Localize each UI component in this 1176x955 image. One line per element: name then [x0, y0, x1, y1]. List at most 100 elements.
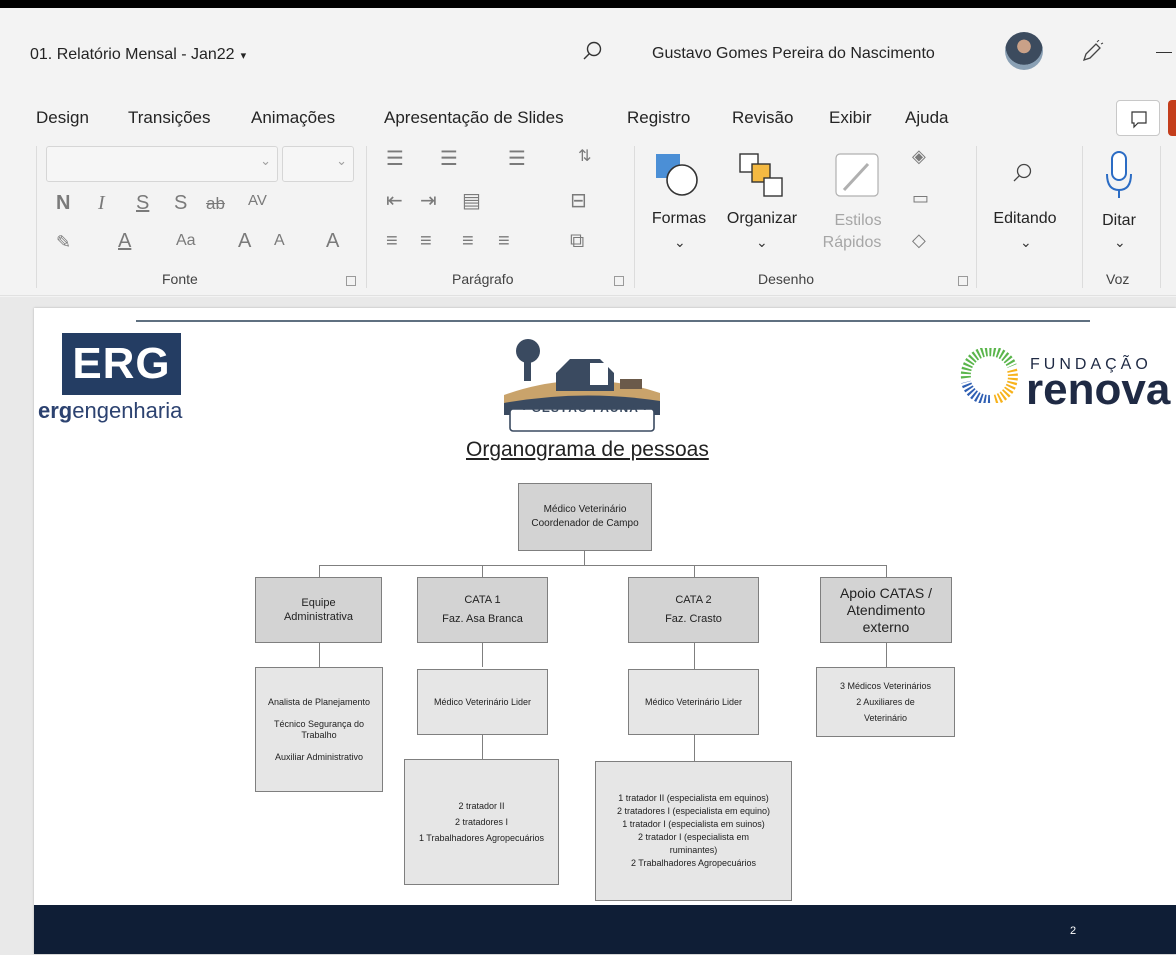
tab-review[interactable]: Revisão [732, 108, 793, 128]
ribbon-tabs: Design Transições Animações Apresentação… [0, 100, 1176, 140]
highlight-icon[interactable]: ✎ [56, 232, 71, 253]
org-admin-detail-box[interactable]: Analista de Planejamento Técnico Seguran… [255, 667, 383, 792]
shape-effects-icon[interactable]: ◇ [912, 230, 926, 251]
org-root-box[interactable]: Médico Veterinário Coordenador de Campo [518, 483, 652, 551]
clear-format-icon[interactable]: A [326, 230, 339, 253]
comment-icon [1131, 111, 1147, 129]
erg-logo-subtitle: ergengenharia [38, 398, 182, 424]
org-cata2-box[interactable]: CATA 2 Faz. Crasto [628, 577, 759, 643]
shape-outline-icon[interactable]: ▭ [912, 188, 929, 209]
org-cata2-team-box[interactable]: 1 tratador II (especialista em equinos) … [595, 761, 792, 901]
tab-transitions[interactable]: Transições [128, 108, 211, 128]
drawing-group-label: Desenho [758, 271, 815, 287]
font-group-label: Fonte [162, 271, 198, 287]
numbering-icon[interactable]: ☰ [440, 146, 458, 171]
ribbon-separator [1082, 146, 1083, 288]
org-support-box[interactable]: Apoio CATAS / Atendimento externo [820, 577, 952, 643]
ribbon-separator [1160, 146, 1161, 288]
ribbon-separator [976, 146, 977, 288]
align-text-icon[interactable]: ⊟ [570, 188, 587, 213]
tab-slideshow[interactable]: Apresentação de Slides [384, 108, 564, 128]
quick-styles-button[interactable]: Estilos [832, 212, 884, 230]
microphone-icon[interactable] [1104, 150, 1134, 202]
voice-group-label: Voz [1106, 271, 1130, 287]
strikethrough-button[interactable]: ab [206, 194, 225, 214]
arrange-button[interactable]: Organizar [718, 210, 806, 228]
connector-line [482, 643, 483, 667]
erg-logo: ERG [62, 333, 181, 395]
erg-logo-sub-text: engenharia [72, 398, 183, 423]
quick-styles-button-2[interactable]: Rápidos [810, 234, 894, 252]
font-dialog-launcher[interactable] [346, 276, 356, 286]
avatar[interactable] [1005, 32, 1043, 70]
chevron-down-icon: ⌄ [1020, 234, 1032, 250]
arrange-icon[interactable] [738, 152, 786, 200]
text-direction-icon[interactable]: ⇅ [578, 146, 591, 166]
connector-line [482, 735, 483, 759]
font-size-select[interactable] [282, 146, 354, 182]
slide-header-line [136, 320, 1090, 322]
tab-record[interactable]: Registro [627, 108, 690, 128]
tab-animations[interactable]: Animações [251, 108, 335, 128]
search-icon[interactable] [1012, 162, 1034, 184]
org-admin-box[interactable]: Equipe Administrativa [255, 577, 382, 643]
decrease-indent-icon[interactable]: ⇤ [386, 188, 403, 213]
connector-line [319, 643, 320, 667]
chevron-down-icon: ⌄ [674, 234, 686, 250]
org-cata1-box[interactable]: CATA 1 Faz. Asa Branca [417, 577, 548, 643]
search-icon[interactable] [582, 40, 604, 62]
tab-help[interactable]: Ajuda [905, 108, 948, 128]
shape-fill-icon[interactable]: ◈ [912, 146, 926, 167]
connector-line [886, 565, 887, 577]
org-cata1-team-box[interactable]: 2 tratador II 2 tratadores I 1 Trabalhad… [404, 759, 559, 885]
designer-pen-icon[interactable] [1080, 40, 1104, 64]
smartart-icon[interactable]: ⧉ [570, 230, 584, 253]
connector-line [319, 565, 887, 566]
shapes-button[interactable]: Formas [646, 210, 712, 228]
dictate-button[interactable]: Ditar [1094, 212, 1144, 230]
change-case-button[interactable]: Aa [176, 232, 196, 250]
align-left-icon[interactable]: ≡ [386, 230, 398, 253]
renova-logo-name: renova [1026, 365, 1171, 414]
font-color-button[interactable]: A [118, 230, 131, 253]
chevron-down-icon: ▾ [240, 50, 247, 62]
font-family-select[interactable] [46, 146, 278, 182]
ribbon-separator [36, 146, 37, 288]
editing-button[interactable]: Editando [986, 210, 1064, 228]
increase-indent-icon[interactable]: ⇥ [420, 188, 437, 213]
bold-button[interactable]: N [56, 192, 70, 215]
minimize-button[interactable] [1156, 52, 1172, 53]
char-spacing-button[interactable]: AV [248, 192, 267, 209]
org-support-detail-box[interactable]: 3 Médicos Veterinários 2 Auxiliares de V… [816, 667, 955, 737]
italic-button[interactable]: I [98, 192, 105, 215]
user-name[interactable]: Gustavo Gomes Pereira do Nascimento [652, 45, 935, 63]
text-shadow-button[interactable]: S [174, 192, 187, 215]
align-center-icon[interactable]: ≡ [420, 230, 432, 253]
gestao-fauna-text: • GESTÃO FAUNA • [522, 401, 648, 415]
paragraph-group-label: Parágrafo [452, 271, 514, 287]
grow-font-button[interactable]: A [238, 230, 251, 253]
drawing-dialog-launcher[interactable] [958, 276, 968, 286]
document-title[interactable]: 01. Relatório Mensal - Jan22 ▾ [30, 46, 246, 64]
shapes-icon[interactable] [652, 150, 706, 202]
org-cata2-leader-box[interactable]: Médico Veterinário Lider [628, 669, 759, 735]
connector-line [694, 735, 695, 761]
share-button[interactable] [1168, 100, 1176, 136]
bullets-icon[interactable]: ☰ [386, 146, 404, 171]
line-spacing-icon[interactable]: ☰ [508, 146, 526, 171]
tab-view[interactable]: Exibir [829, 108, 872, 128]
slide-page-number: 2 [1070, 925, 1077, 937]
org-cata1-leader-box[interactable]: Médico Veterinário Lider [417, 669, 548, 735]
slide[interactable]: ERG ergengenharia • GESTÃO FAUNA • FUNDA… [34, 308, 1176, 954]
quick-styles-icon[interactable] [834, 152, 880, 200]
shrink-font-button[interactable]: A [274, 232, 285, 250]
columns-icon[interactable]: ▤ [462, 188, 481, 213]
underline-button[interactable]: S [136, 192, 149, 215]
justify-icon[interactable]: ≡ [498, 230, 510, 253]
slide-footer: 2 [34, 905, 1176, 954]
paragraph-dialog-launcher[interactable] [614, 276, 624, 286]
comments-button[interactable] [1116, 100, 1160, 136]
slide-title[interactable]: Organograma de pessoas [466, 438, 709, 462]
align-right-icon[interactable]: ≡ [462, 230, 474, 253]
tab-design[interactable]: Design [36, 108, 89, 128]
